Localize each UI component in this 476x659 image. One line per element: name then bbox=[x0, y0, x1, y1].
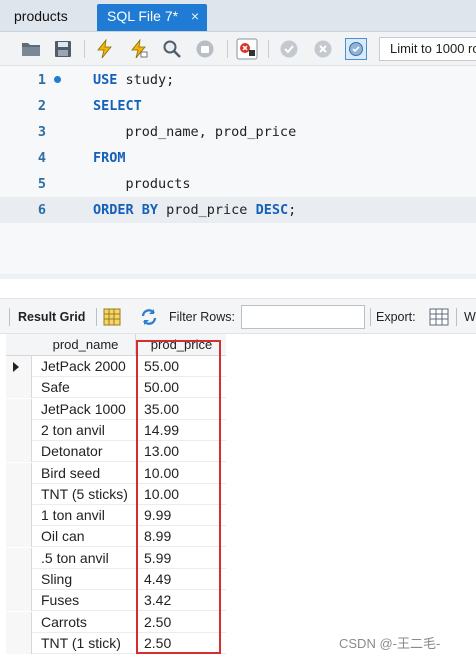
panel-splitter[interactable] bbox=[0, 274, 476, 298]
column-header-prod-name[interactable]: prod_name bbox=[36, 334, 136, 356]
row-selector[interactable] bbox=[6, 377, 32, 399]
sql-editor[interactable]: 1 USE study; 2 SELECT 3 prod_name, prod_pric… bbox=[0, 66, 476, 274]
cell-prod-name[interactable]: Bird seed bbox=[41, 463, 100, 484]
open-folder-icon[interactable] bbox=[20, 38, 42, 60]
result-toolbar: Result Grid Filter Rows: Export: W bbox=[0, 298, 476, 334]
autocommit-icon[interactable] bbox=[345, 38, 367, 60]
row-selector[interactable] bbox=[6, 611, 32, 633]
sql-text: ; bbox=[288, 202, 297, 218]
code-line[interactable]: 3 prod_name, prod_price bbox=[0, 119, 476, 145]
cell-prod-name[interactable]: Oil can bbox=[41, 526, 85, 547]
export-label: Export: bbox=[376, 310, 416, 324]
code-line[interactable]: 2 SELECT bbox=[0, 93, 476, 119]
watermark: CSDN @-王二毛- bbox=[339, 636, 441, 651]
export-icon[interactable] bbox=[428, 306, 450, 328]
row-selector[interactable] bbox=[6, 441, 32, 463]
cell-prod-name[interactable]: Safe bbox=[41, 377, 70, 398]
sql-keyword: ORDER BY bbox=[93, 202, 159, 218]
sql-keyword: DESC bbox=[255, 202, 289, 218]
cell-prod-name[interactable]: 2 ton anvil bbox=[41, 420, 105, 441]
filter-rows-input[interactable] bbox=[241, 305, 365, 329]
refresh-icon[interactable] bbox=[138, 306, 160, 328]
sql-text: study; bbox=[117, 72, 175, 88]
row-selector[interactable] bbox=[6, 569, 32, 590]
code-text: FROM bbox=[93, 145, 126, 171]
code-text: SELECT bbox=[93, 93, 142, 119]
highlight-box bbox=[136, 340, 221, 654]
stop-icon[interactable] bbox=[194, 38, 216, 60]
code-text: products bbox=[93, 171, 191, 197]
tab-sql-file[interactable]: SQL File 7* × bbox=[97, 4, 207, 31]
result-grid-label[interactable]: Result Grid bbox=[18, 310, 85, 324]
filter-rows-label: Filter Rows: bbox=[169, 310, 235, 324]
row-selector[interactable] bbox=[6, 632, 32, 654]
cell-prod-name[interactable]: JetPack 2000 bbox=[41, 356, 126, 377]
cell-prod-name[interactable]: Sling bbox=[41, 569, 72, 590]
close-icon[interactable]: × bbox=[191, 4, 199, 29]
row-selector[interactable] bbox=[6, 547, 32, 569]
row-selector[interactable] bbox=[6, 590, 32, 612]
line-number: 5 bbox=[37, 176, 46, 192]
sql-text: prod_price bbox=[158, 202, 256, 218]
row-selector[interactable] bbox=[6, 398, 32, 420]
line-number: 3 bbox=[37, 124, 46, 140]
line-number: 6 bbox=[37, 202, 46, 218]
row-selector[interactable] bbox=[6, 483, 32, 505]
cell-prod-name[interactable]: Carrots bbox=[41, 612, 87, 633]
sql-keyword: USE bbox=[93, 72, 118, 88]
sql-keyword: SELECT bbox=[93, 98, 142, 114]
row-selector[interactable] bbox=[6, 462, 32, 484]
sql-keyword: FROM bbox=[93, 150, 126, 166]
sql-text: prod_name, prod_price bbox=[93, 124, 297, 140]
row-selector[interactable] bbox=[6, 505, 32, 527]
row-selector[interactable] bbox=[6, 356, 32, 377]
current-row-arrow-icon bbox=[13, 362, 19, 372]
tab-products[interactable]: products bbox=[4, 4, 88, 31]
code-text: prod_name, prod_price bbox=[93, 119, 297, 145]
line-number: 1 bbox=[37, 72, 46, 88]
rollback-x-icon[interactable] bbox=[312, 38, 334, 60]
code-line[interactable]: 5 products bbox=[0, 171, 476, 197]
tab-label: products bbox=[14, 8, 68, 24]
wrap-cell-label[interactable]: W bbox=[464, 310, 476, 324]
code-line[interactable]: 6 ORDER BY prod_price DESC; bbox=[0, 197, 476, 223]
cell-prod-name[interactable]: JetPack 1000 bbox=[41, 399, 126, 420]
statement-marker-icon bbox=[54, 76, 61, 83]
cell-prod-name[interactable]: .5 ton anvil bbox=[41, 548, 109, 569]
cell-prod-name[interactable]: Detonator bbox=[41, 441, 102, 462]
code-line[interactable]: 4 FROM bbox=[0, 145, 476, 171]
save-icon[interactable] bbox=[52, 38, 74, 60]
code-line[interactable]: 1 USE study; bbox=[0, 67, 476, 93]
cell-prod-name[interactable]: TNT (1 stick) bbox=[41, 633, 121, 654]
limit-rows-select[interactable]: Limit to 1000 ro bbox=[379, 37, 476, 61]
row-selector[interactable] bbox=[6, 419, 32, 441]
sql-text: products bbox=[93, 176, 191, 192]
explain-magnifier-icon[interactable] bbox=[161, 38, 183, 60]
grid-view-icon[interactable] bbox=[101, 306, 123, 328]
cell-prod-name[interactable]: TNT (5 sticks) bbox=[41, 484, 128, 505]
cell-prod-name[interactable]: Fuses bbox=[41, 590, 79, 611]
code-text: ORDER BY prod_price DESC; bbox=[93, 197, 296, 223]
editor-toolbar: Limit to 1000 ro bbox=[0, 32, 476, 66]
tab-label: SQL File 7* bbox=[107, 8, 179, 24]
line-number: 4 bbox=[37, 150, 46, 166]
line-number: 2 bbox=[37, 98, 46, 114]
code-text: USE study; bbox=[93, 67, 174, 93]
toggle-error-icon[interactable] bbox=[236, 38, 258, 60]
execute-lightning-icon[interactable] bbox=[94, 38, 116, 60]
row-selector[interactable] bbox=[6, 526, 32, 548]
commit-check-icon[interactable] bbox=[278, 38, 300, 60]
tab-bar: products SQL File 7* × bbox=[0, 0, 476, 32]
execute-current-lightning-icon[interactable] bbox=[128, 38, 150, 60]
cell-prod-name[interactable]: 1 ton anvil bbox=[41, 505, 105, 526]
